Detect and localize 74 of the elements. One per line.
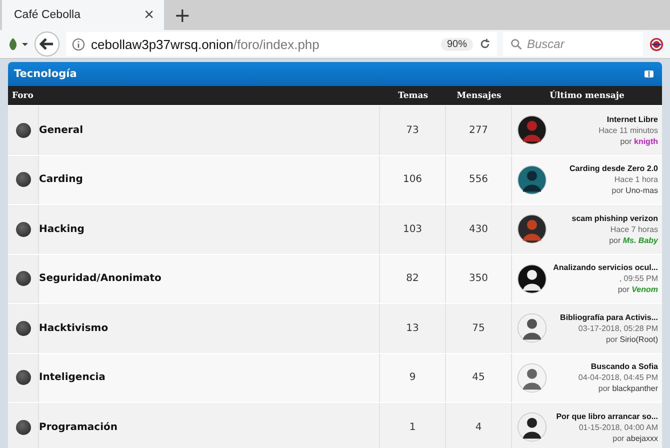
forum-status-icon: [16, 370, 30, 386]
forum-status-icon: [16, 172, 30, 188]
address-bar[interactable]: cebollaw3p37wrsq.onion/foro/index.php 90%: [66, 32, 497, 56]
new-tab-button[interactable]: +: [174, 3, 191, 27]
forum-link[interactable]: Seguridad/Anonimato: [39, 273, 162, 284]
search-field[interactable]: Buscar: [503, 32, 643, 56]
last-post-time: 03-17-2018, 05:28 PM: [578, 322, 658, 334]
last-post-time: 01-15-2018, 04:00 AM: [578, 422, 658, 433]
last-post-title[interactable]: Por que libro arrancar so...: [556, 410, 658, 422]
url-text: cebollaw3p37wrsq.onion/foro/index.php: [91, 36, 320, 52]
browser-tab[interactable]: Café Cebolla ×: [2, 0, 164, 30]
post-count: 277: [468, 124, 488, 136]
author-link[interactable]: Venom: [632, 285, 658, 294]
last-post-time: Hace 1 hora: [614, 174, 658, 186]
forum-link[interactable]: Hacktivismo: [39, 322, 108, 334]
topic-count: 106: [402, 174, 422, 186]
back-button[interactable]: [34, 31, 60, 57]
by-label: por: [620, 136, 632, 146]
last-post-title[interactable]: Analizando servicios ocul...: [553, 262, 658, 274]
by-label: por: [606, 334, 618, 344]
forum-status-icon: [16, 222, 30, 237]
topic-count: 73: [406, 124, 419, 136]
forum-link[interactable]: General: [39, 124, 83, 136]
extension-icon[interactable]: [649, 36, 664, 52]
post-count: 430: [468, 224, 488, 235]
category-title[interactable]: Tecnología: [14, 68, 77, 80]
author-link[interactable]: abejaxxx: [626, 434, 658, 443]
forum-status-icon: [16, 122, 30, 138]
last-post-time: Hace 11 minutos: [598, 124, 658, 136]
post-count: 45: [472, 372, 485, 384]
forum-status-icon: [16, 271, 30, 286]
forum-status-icon: [16, 420, 30, 435]
close-icon[interactable]: ×: [144, 5, 154, 25]
column-header: Temas: [396, 90, 430, 100]
post-count: 350: [468, 273, 488, 284]
topic-count: 9: [409, 372, 416, 384]
zoom-level[interactable]: 90%: [440, 38, 473, 50]
column-header: Foro: [11, 90, 34, 100]
by-label: por: [598, 384, 610, 394]
forum-link[interactable]: Hacking: [39, 224, 84, 235]
collapse-icon[interactable]: [644, 70, 654, 78]
forum-link[interactable]: Inteligencia: [39, 372, 106, 384]
last-post-title[interactable]: Internet Libre: [606, 114, 658, 125]
post-count: 4: [475, 422, 482, 433]
search-icon: [510, 38, 522, 50]
last-post-title[interactable]: Buscando a Sofia: [590, 361, 658, 372]
by-label: por: [612, 434, 624, 443]
topic-count: 82: [406, 273, 419, 284]
last-post-time: Hace 7 horas: [610, 224, 658, 235]
last-post-time: 04-04-2018, 04:45 PM: [578, 372, 658, 384]
last-post-title[interactable]: Carding desde Zero 2.0: [570, 163, 658, 174]
author-link[interactable]: Uno-mas: [626, 186, 658, 196]
by-label: por: [609, 236, 621, 245]
reload-icon[interactable]: [479, 38, 491, 50]
by-label: por: [618, 285, 630, 294]
author-link[interactable]: blackpanther: [612, 384, 658, 394]
author-link[interactable]: knigth: [634, 136, 658, 146]
forum-link[interactable]: Carding: [39, 174, 83, 186]
topic-count: 13: [406, 322, 419, 334]
tab-title: Café Cebolla: [14, 9, 80, 21]
last-post-title[interactable]: Bibliografía para Activis...: [560, 312, 658, 323]
topic-count: 103: [402, 224, 422, 235]
last-post-title[interactable]: scam phishinp verizon: [572, 212, 658, 224]
column-header: Mensajes: [456, 90, 502, 100]
forum-status-icon: [16, 320, 30, 336]
author-link[interactable]: Sirio(Root): [620, 334, 658, 344]
topic-count: 1: [409, 422, 416, 433]
column-header: Último mensaje: [548, 90, 626, 100]
info-icon[interactable]: [72, 38, 85, 50]
last-post-time: , 09:55 PM: [619, 273, 658, 284]
post-count: 75: [472, 322, 485, 334]
post-count: 556: [468, 174, 488, 186]
forum-link[interactable]: Programación: [39, 422, 118, 433]
by-label: por: [612, 186, 624, 196]
